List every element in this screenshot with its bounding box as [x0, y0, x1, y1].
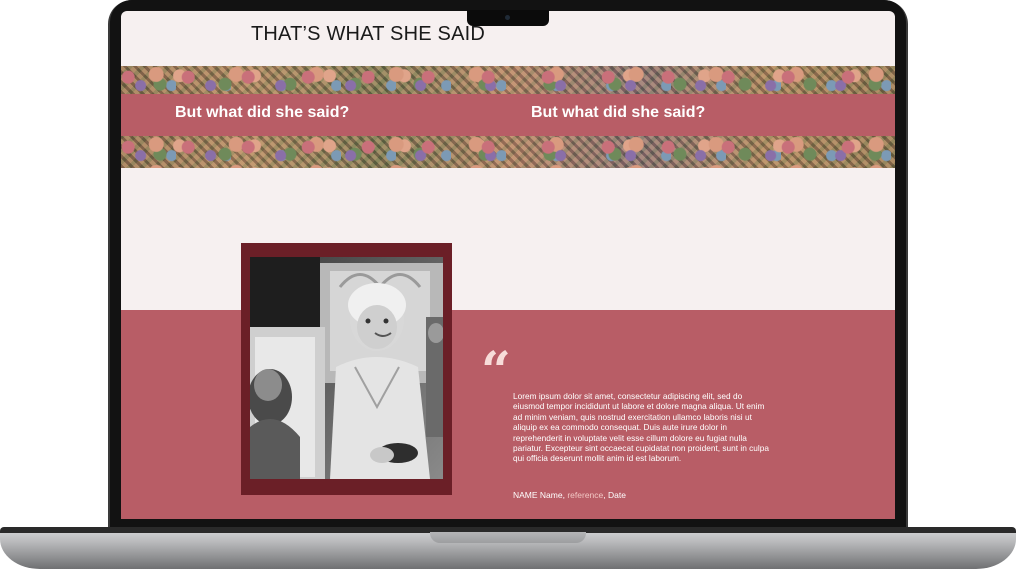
banner-heading-left: But what did she said?	[175, 104, 350, 121]
camera-notch	[467, 10, 549, 26]
attribution-reference: reference	[567, 490, 604, 500]
laptop-screen: THAT’S WHAT SHE SAID But what did she sa…	[121, 11, 895, 519]
site-title: THAT’S WHAT SHE SAID	[251, 23, 486, 45]
heading-banner: But what did she said? But what did she …	[121, 94, 895, 137]
portrait-photo	[250, 257, 443, 479]
quote-mark-icon: “	[481, 341, 511, 402]
portrait-illustration	[250, 257, 443, 479]
laptop-thumb-notch	[430, 532, 586, 543]
tapestry-strip-bottom	[121, 136, 895, 168]
portrait-frame	[241, 243, 452, 495]
quote-attribution: NAME Name, reference, Date	[513, 490, 626, 500]
banner-heading-right: But what did she said?	[531, 104, 706, 121]
attribution-date: , Date	[603, 490, 626, 500]
camera-icon	[505, 15, 510, 20]
attribution-name: NAME Name,	[513, 490, 565, 500]
tapestry-strip-top	[121, 66, 895, 94]
quote-body: Lorem ipsum dolor sit amet, consectetur …	[513, 391, 769, 464]
